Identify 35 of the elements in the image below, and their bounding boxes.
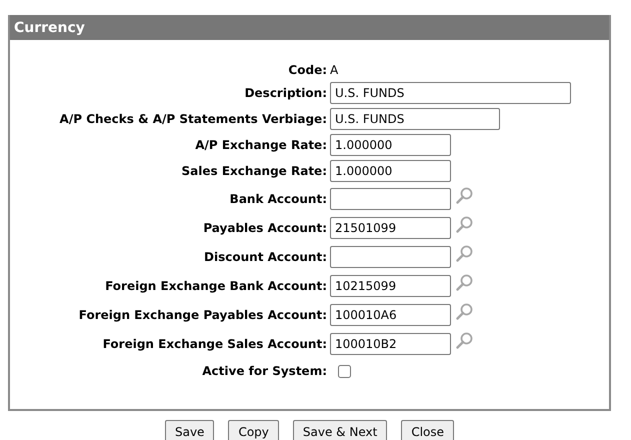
field-label: Active for System: — [201, 364, 327, 378]
field-label: A/P Checks & A/P Statements Verbiage: — [58, 112, 327, 126]
action-button[interactable]: Copy — [228, 420, 279, 440]
search-icon[interactable] — [456, 274, 473, 291]
input-field[interactable]: 1.000000 — [330, 160, 451, 182]
input-field[interactable]: U.S. FUNDS — [330, 82, 571, 104]
field-label: A/P Exchange Rate: — [194, 138, 327, 152]
field-label: Code: — [287, 63, 327, 77]
panel-title: Currency — [14, 20, 85, 36]
field-label: Foreign Exchange Bank Account: — [104, 278, 327, 292]
field-label: Foreign Exchange Sales Account: — [102, 336, 327, 350]
input-field[interactable]: U.S. FUNDS — [330, 108, 500, 130]
field-label: Payables Account: — [202, 220, 327, 234]
search-icon[interactable] — [456, 332, 473, 349]
field-label: Foreign Exchange Payables Account: — [78, 308, 327, 322]
input-field[interactable]: 100010A6 — [330, 304, 451, 326]
field-label: Bank Account: — [228, 192, 327, 206]
field-label: Sales Exchange Rate: — [180, 164, 327, 178]
search-icon[interactable] — [456, 216, 473, 233]
action-button[interactable]: Save & Next — [292, 420, 388, 440]
input-field[interactable]: 1.000000 — [330, 134, 451, 156]
checkbox[interactable] — [338, 364, 351, 378]
input-field[interactable] — [330, 246, 451, 268]
field-label: Description: — [244, 86, 327, 100]
input-field[interactable] — [330, 188, 451, 210]
input-field[interactable]: 100010B2 — [330, 332, 451, 354]
action-button[interactable]: Close — [401, 420, 454, 440]
search-icon[interactable] — [456, 245, 473, 262]
field-value: A — [330, 63, 338, 77]
input-field[interactable]: 21501099 — [330, 216, 451, 238]
action-button[interactable]: Save — [164, 420, 214, 440]
field-label: Discount Account: — [203, 250, 327, 264]
search-icon[interactable] — [456, 187, 473, 204]
search-icon[interactable] — [456, 303, 473, 320]
input-field[interactable]: 10215099 — [330, 274, 451, 296]
